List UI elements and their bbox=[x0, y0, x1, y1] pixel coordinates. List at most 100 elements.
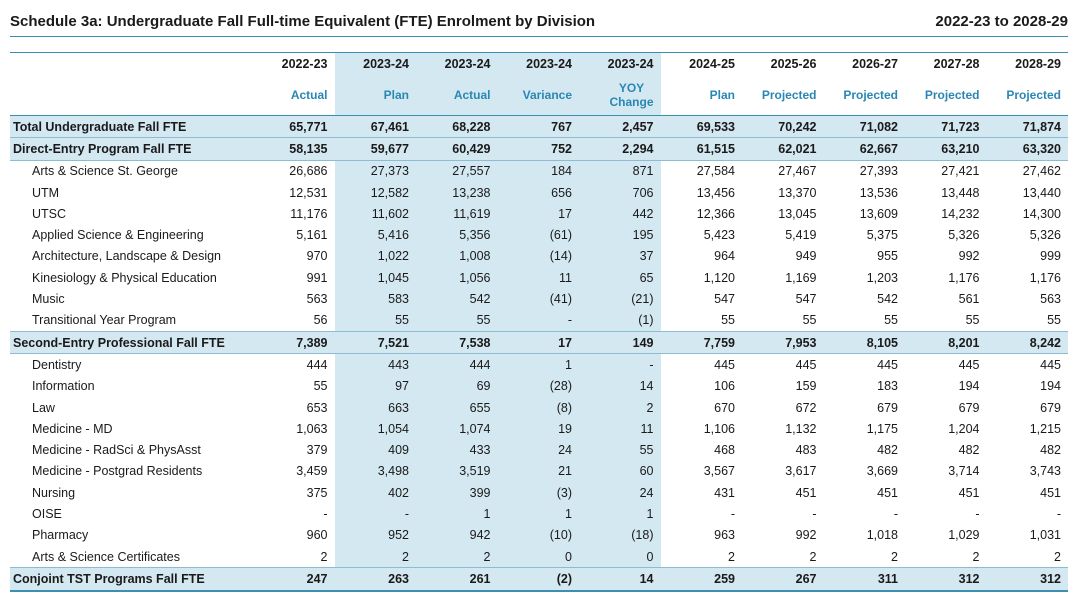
value-cell: (61) bbox=[497, 224, 579, 246]
value-cell: 7,759 bbox=[660, 330, 742, 355]
value-cell: 399 bbox=[416, 482, 498, 504]
value-cell: 194 bbox=[1040, 379, 1061, 394]
value-cell: 2 bbox=[1054, 549, 1061, 564]
table-row: Medicine - Postgrad Residents 3,459 3,498 3… bbox=[10, 460, 1068, 483]
value-cell: 970 bbox=[306, 249, 328, 264]
value-cell: 5,416 bbox=[334, 224, 416, 246]
row-label: Information bbox=[32, 379, 95, 394]
table-row: Transitional Year Program 56 55 55- (1) 55 55 5… bbox=[10, 309, 1068, 332]
value-cell: 8,105 bbox=[823, 330, 905, 355]
value-cell: 482 bbox=[1040, 443, 1061, 458]
col-type: Projected bbox=[986, 75, 1068, 116]
value-cell: 14 bbox=[579, 567, 661, 592]
value-cell: 2 bbox=[809, 549, 817, 564]
blank-header-cell bbox=[10, 75, 253, 116]
row-label: Applied Science & Engineering bbox=[32, 228, 204, 243]
value-cell: 1,132 bbox=[785, 421, 817, 436]
value-cell: 3,519 bbox=[416, 460, 498, 483]
value-cell: 55 bbox=[721, 313, 735, 328]
value-cell: 2,294 bbox=[579, 137, 661, 161]
value-cell: 63,320 bbox=[986, 137, 1068, 161]
value-cell: 5,356 bbox=[416, 224, 498, 246]
row-label: UTSC bbox=[32, 206, 67, 221]
col-type: Plan bbox=[334, 75, 416, 116]
value-cell: 55 bbox=[802, 313, 817, 328]
value-cell: 27,373 bbox=[334, 160, 416, 182]
value-cell: (3) bbox=[497, 482, 579, 504]
value-cell: 12,582 bbox=[334, 181, 416, 204]
value-cell: 2 bbox=[891, 549, 898, 564]
value-cell: 999 bbox=[1040, 249, 1061, 264]
value-cell: 13,440 bbox=[1022, 185, 1061, 200]
schedule-header: Schedule 3a: Undergraduate Fall Full-tim… bbox=[10, 10, 1068, 32]
value-cell: 312 bbox=[986, 567, 1068, 592]
value-cell: 106 bbox=[714, 379, 735, 394]
value-cell: 312 bbox=[905, 567, 987, 592]
value-cell: 444 bbox=[416, 353, 498, 376]
value-cell: 7,953 bbox=[742, 330, 824, 355]
value-cell: 1,056 bbox=[416, 267, 498, 289]
col-year: 2023-24 bbox=[497, 52, 579, 75]
value-cell: 7,538 bbox=[416, 330, 498, 355]
value-cell: 409 bbox=[334, 439, 416, 461]
value-cell: (8) bbox=[497, 396, 579, 419]
value-cell: 7,389 bbox=[253, 330, 335, 355]
value-cell: 56 bbox=[313, 313, 328, 328]
value-cell: 14,300 bbox=[1022, 206, 1061, 221]
value-cell: 963 bbox=[714, 528, 735, 543]
value-cell: 13,536 bbox=[859, 185, 898, 200]
value-cell: 655 bbox=[416, 396, 498, 419]
value-cell: 402 bbox=[334, 482, 416, 504]
value-cell: 955 bbox=[877, 249, 898, 264]
value-cell: 183 bbox=[877, 379, 898, 394]
value-cell: 451 bbox=[1040, 485, 1061, 500]
header-rule bbox=[10, 36, 1068, 37]
value-cell: 583 bbox=[334, 288, 416, 310]
value-cell: 542 bbox=[416, 288, 498, 310]
value-cell: 445 bbox=[958, 357, 980, 372]
row-label: Medicine - MD bbox=[32, 421, 113, 436]
value-cell: (1) bbox=[579, 309, 661, 332]
value-cell: 2 bbox=[728, 549, 735, 564]
value-cell: - bbox=[730, 506, 735, 521]
value-cell: 379 bbox=[306, 443, 328, 458]
row-label: Music bbox=[32, 292, 65, 307]
value-cell: 679 bbox=[877, 400, 898, 415]
value-cell: 2 bbox=[972, 549, 980, 564]
value-cell: 3,669 bbox=[866, 464, 898, 479]
value-cell: 263 bbox=[334, 567, 416, 592]
value-cell: 59,677 bbox=[334, 137, 416, 161]
value-cell: 60,429 bbox=[416, 137, 498, 161]
value-cell: 964 bbox=[714, 249, 735, 264]
value-cell: 3,743 bbox=[1029, 464, 1061, 479]
schedule-title: Schedule 3a: Undergraduate Fall Full-tim… bbox=[10, 12, 596, 30]
value-cell: 3,617 bbox=[785, 464, 817, 479]
col-type-yoy: YOY Change bbox=[579, 75, 661, 116]
value-cell: 1,054 bbox=[334, 418, 416, 440]
value-cell: 24 bbox=[579, 482, 661, 504]
row-label: OISE bbox=[32, 506, 62, 521]
row-label: Dentistry bbox=[32, 357, 82, 372]
value-cell: 952 bbox=[334, 524, 416, 546]
value-cell: - bbox=[579, 353, 661, 376]
table-row: Law 653 663 655 (8) 2 670 672 679 679 679 bbox=[10, 396, 1068, 419]
value-cell: 8,242 bbox=[986, 330, 1068, 355]
row-label: Arts & Science St. George bbox=[32, 164, 178, 179]
schedule-year-range: 2022-23 to 2028-29 bbox=[935, 12, 1068, 30]
value-cell: (28) bbox=[497, 375, 579, 397]
value-cell: 1,204 bbox=[948, 421, 980, 436]
value-cell: 752 bbox=[497, 137, 579, 161]
year-header-row: 2022-23 2023-24 2023-24 2023-24 2023-24 … bbox=[10, 52, 1068, 75]
blank-header-cell bbox=[10, 52, 253, 75]
value-cell: 451 bbox=[958, 485, 980, 500]
table-total-row: Conjoint TST Programs Fall FTE 247 263 261(… bbox=[10, 567, 1068, 592]
value-cell: 65 bbox=[579, 267, 661, 289]
value-cell: 62,667 bbox=[823, 137, 905, 161]
value-cell: 1,176 bbox=[948, 270, 980, 285]
value-cell: 7,521 bbox=[334, 330, 416, 355]
value-cell: 21 bbox=[497, 460, 579, 483]
value-cell: 0 bbox=[579, 545, 661, 568]
value-cell: 55 bbox=[579, 439, 661, 461]
value-cell: 1,176 bbox=[1029, 270, 1061, 285]
value-cell: 1,175 bbox=[866, 421, 898, 436]
